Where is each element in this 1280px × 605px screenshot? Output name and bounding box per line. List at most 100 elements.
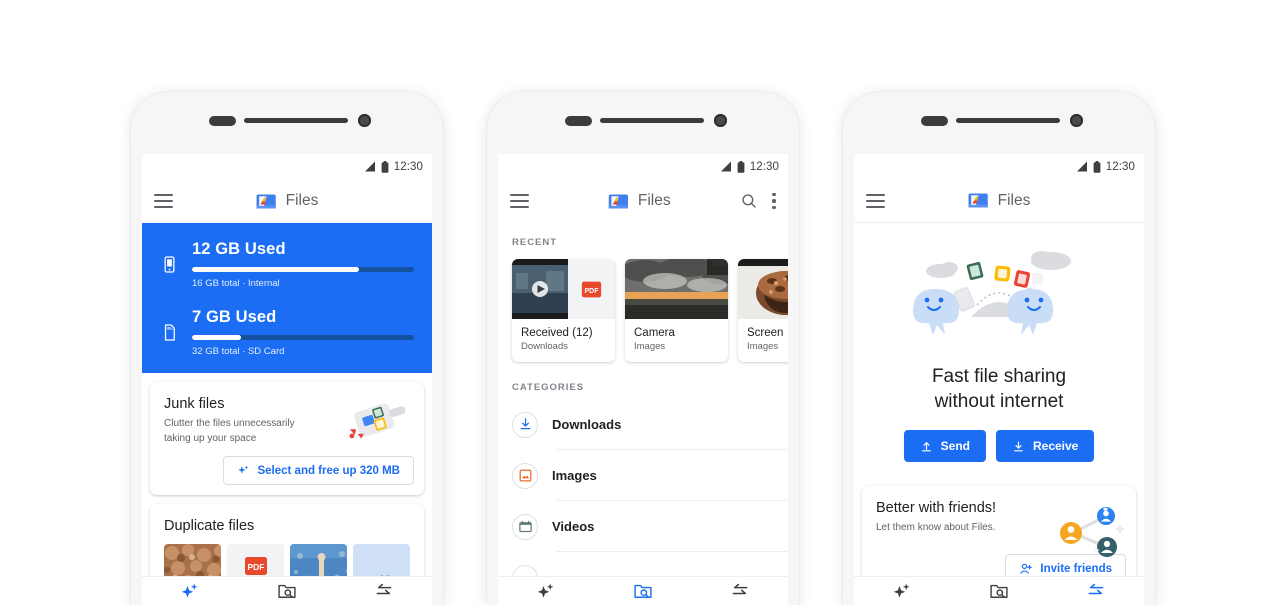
app-title: Files	[997, 191, 1031, 209]
nav-item-browse[interactable]	[239, 581, 336, 601]
pdf-file-icon: PDF	[581, 281, 602, 297]
download-glyph-icon	[520, 418, 530, 430]
category-row-downloads[interactable]: Downloads	[498, 399, 788, 450]
bottom-navigation	[142, 576, 432, 605]
video-glyph-icon	[518, 520, 532, 533]
hamburger-menu-icon[interactable]	[154, 194, 173, 208]
speaker-pill-icon	[921, 116, 948, 126]
signal-icon	[720, 161, 731, 172]
storage-detail-label: 16 GB total · Internal	[192, 278, 280, 289]
download-icon	[1014, 441, 1023, 452]
app-bar: Files	[854, 179, 1144, 223]
share-arrows-icon	[732, 583, 748, 595]
nav-item-share[interactable]	[335, 581, 432, 601]
files-logo-icon	[256, 194, 276, 208]
junk-files-card[interactable]: Junk files Clutter the files unnecessari…	[150, 382, 424, 495]
sparkle-clean-icon	[181, 583, 198, 598]
recent-thumbnail	[738, 259, 788, 319]
phone-mockup-share: 12:30 Files Fast file sharing without in…	[843, 92, 1155, 605]
signal-icon	[1076, 161, 1087, 172]
recent-files-strip: PDF Received (12) Downloads Camera Image…	[498, 248, 788, 362]
nav-item-browse[interactable]	[951, 581, 1048, 601]
bottom-navigation	[498, 576, 788, 605]
category-label: Downloads	[552, 417, 622, 432]
pdf-file-icon: PDF	[244, 557, 267, 575]
duplicate-card-title: Duplicate files	[164, 518, 255, 534]
category-label: Images	[552, 468, 597, 483]
storage-row-internal[interactable]: 12 GB Used 16 GB total · Internal	[160, 240, 414, 289]
phone3-screen: 12:30 Files Fast file sharing without in…	[854, 154, 1144, 605]
phone2-screen: 12:30 Files RECENT PDF Received (12) Dow…	[498, 154, 788, 605]
hamburger-menu-icon[interactable]	[510, 194, 529, 208]
status-bar-time: 12:30	[749, 160, 779, 173]
app-title: Files	[637, 192, 671, 209]
image-icon	[512, 462, 538, 489]
select-and-free-up-label: Select and free up 320 MB	[257, 464, 400, 477]
more-vertical-icon[interactable]	[772, 193, 776, 209]
nav-item-clean[interactable]	[142, 581, 239, 601]
app-brand: Files	[968, 190, 1031, 211]
receive-button[interactable]: Receive	[995, 430, 1095, 463]
recent-card-received[interactable]: PDF Received (12) Downloads	[512, 259, 615, 362]
storage-progress-bar	[192, 267, 414, 272]
junk-card-action-row: Select and free up 320 MB	[150, 446, 424, 495]
recent-card-meta: Received (12) Downloads	[512, 319, 615, 362]
share-action-buttons: Send Receive	[854, 430, 1144, 463]
select-and-free-up-button[interactable]: Select and free up 320 MB	[223, 456, 414, 485]
storage-progress-bar	[192, 335, 414, 340]
recent-card-camera[interactable]: Camera Images	[625, 259, 728, 362]
status-bar: 12:30	[854, 154, 1144, 179]
friends-card-description: Let them know about Files.	[876, 522, 996, 534]
screenshot-stage: 12:30 Files 12 GB Used 16 GB total · Int…	[0, 0, 1280, 605]
status-bar: 12:30	[142, 154, 432, 179]
status-bar: 12:30	[498, 154, 788, 179]
send-button-label: Send	[940, 439, 970, 454]
search-icon[interactable]	[740, 192, 758, 210]
storage-detail-label: 32 GB total · SD Card	[192, 346, 285, 357]
speaker-pill-icon	[565, 116, 592, 126]
storage-summary-panel: 12 GB Used 16 GB total · Internal 7 GB U…	[142, 223, 432, 373]
storm-clouds-thumbnail	[625, 259, 728, 319]
share-arrows-icon	[1088, 583, 1104, 595]
bottom-navigation	[854, 576, 1144, 605]
duplicate-card-content: Duplicate files	[150, 504, 424, 534]
battery-icon	[1093, 160, 1101, 173]
recent-card-name: Screen	[747, 327, 784, 339]
status-bar-time: 12:30	[393, 160, 423, 173]
nav-item-clean[interactable]	[854, 581, 951, 601]
phone-bezel-top	[131, 92, 443, 154]
nav-item-share[interactable]	[1047, 581, 1144, 601]
hamburger-menu-icon[interactable]	[866, 193, 885, 208]
speaker-grille-icon	[600, 118, 704, 123]
phone-mockup-browse: 12:30 Files RECENT PDF Received (12) Dow…	[487, 92, 799, 605]
sd-card-icon	[164, 324, 175, 341]
share-hero-title-line1: Fast file sharing	[931, 366, 1067, 387]
speaker-grille-icon	[244, 118, 348, 123]
nav-item-browse[interactable]	[595, 581, 692, 601]
recent-card-subtitle: Images	[747, 341, 779, 352]
share-arrows-icon	[376, 583, 392, 595]
phone-mockup-storage: 12:30 Files 12 GB Used 16 GB total · Int…	[131, 92, 443, 605]
sparkle-icon	[238, 465, 249, 474]
category-row-images[interactable]: Images	[498, 450, 788, 501]
video-thumbnail	[512, 259, 568, 319]
video-icon	[512, 513, 538, 540]
categories-section-label: CATEGORIES	[512, 382, 585, 393]
recent-card-subtitle: Downloads	[521, 341, 568, 352]
recent-card-screenshots[interactable]: Screen Images	[738, 259, 788, 362]
phone-storage-icon	[164, 256, 175, 273]
junk-card-description: Clutter the files unnecessarily taking u…	[164, 418, 295, 444]
storage-row-sdcard[interactable]: 7 GB Used 32 GB total · SD Card	[160, 308, 414, 357]
speaker-grille-icon	[956, 118, 1060, 123]
phone1-screen: 12:30 Files 12 GB Used 16 GB total · Int…	[142, 154, 432, 605]
app-brand: Files	[256, 191, 318, 212]
front-camera-icon	[714, 114, 727, 127]
nav-item-share[interactable]	[691, 581, 788, 601]
nav-item-clean[interactable]	[498, 581, 595, 601]
sparkle-clean-icon	[537, 583, 554, 598]
app-bar-actions	[740, 192, 776, 210]
recent-card-subtitle: Images	[634, 341, 666, 352]
send-button[interactable]: Send	[903, 430, 986, 463]
upload-icon	[921, 441, 931, 452]
category-row-videos[interactable]: Videos	[498, 501, 788, 552]
